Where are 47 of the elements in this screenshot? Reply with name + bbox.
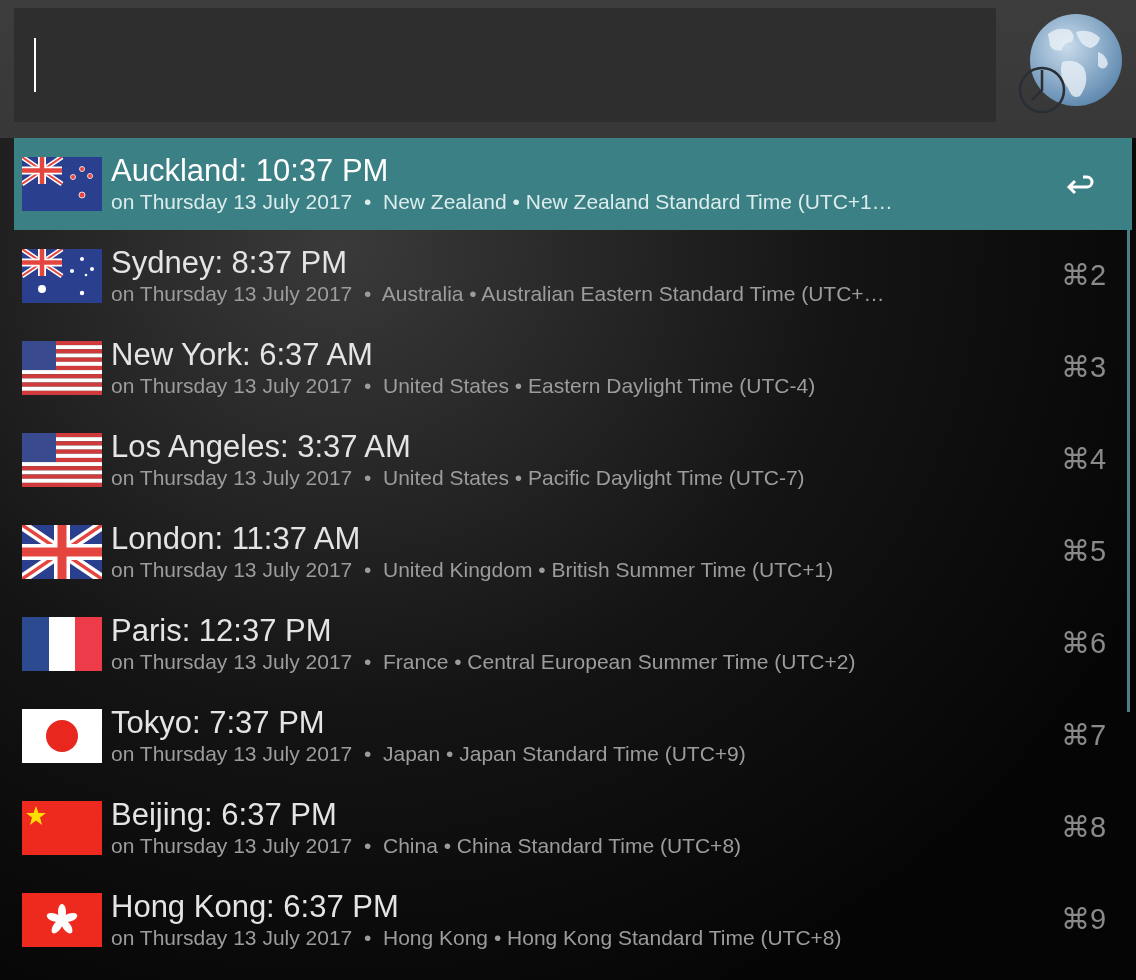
result-subtitle: on Thursday 13 July 2017 • France • Central European Summer Time (UTC+2) — [111, 649, 857, 675]
search-field[interactable] — [14, 8, 996, 122]
result-row[interactable]: Auckland: 10:37 PM on Thursday 13 July 2017 • New Zealand • New Zealand Standard Time (UTC+1… — [14, 138, 1132, 230]
shortcut-label: ⌘9 — [1061, 902, 1107, 938]
flag-icon — [22, 157, 102, 211]
result-title: New York: 6:37 AM — [111, 337, 374, 373]
result-subtitle: on Thursday 13 July 2017 • United Kingdom • British Summer Time (UTC+1) — [111, 557, 835, 583]
scrollbar[interactable] — [1127, 230, 1130, 712]
flag-icon — [22, 433, 102, 487]
result-subtitle: on Thursday 13 July 2017 • Japan • Japan Standard Time (UTC+9) — [111, 741, 747, 767]
shortcut-label: ⌘2 — [1061, 258, 1107, 294]
result-row[interactable]: Tokyo: 7:37 PM on Thursday 13 July 2017 • Japan • Japan Standard Time (UTC+9) ⌘7 — [14, 690, 1132, 782]
result-row[interactable]: Beijing: 6:37 PM on Thursday 13 July 2017 • China • China Standard Time (UTC+8) ⌘8 — [14, 782, 1132, 874]
result-row[interactable]: New York: 6:37 AM on Thursday 13 July 2017 • United States • Eastern Daylight Time (UTC-4) ⌘3 — [14, 322, 1132, 414]
flag-icon — [22, 709, 102, 763]
flag-icon — [22, 893, 102, 947]
result-row[interactable]: Paris: 12:37 PM on Thursday 13 July 2017 • France • Central European Summer Time (UTC+2) ⌘6 — [14, 598, 1132, 690]
shortcut-label: ⌘6 — [1061, 626, 1107, 662]
shortcut-label: ⌘3 — [1061, 350, 1107, 386]
result-row[interactable]: London: 11:37 AM on Thursday 13 July 2017 • United Kingdom • British Summer Time (UTC+1) ⌘5 — [14, 506, 1132, 598]
flag-icon — [22, 249, 102, 303]
shortcut-label: ⌘4 — [1061, 442, 1107, 478]
result-title: Tokyo: 7:37 PM — [111, 705, 326, 741]
result-row[interactable]: Hong Kong: 6:37 PM on Thursday 13 July 2017 • Hong Kong • Hong Kong Standard Time (UTC+8) ⌘9 — [14, 874, 1132, 966]
result-subtitle: on Thursday 13 July 2017 • New Zealand • New Zealand Standard Time (UTC+1… — [111, 189, 894, 215]
result-subtitle: on Thursday 13 July 2017 • China • China Standard Time (UTC+8) — [111, 833, 743, 859]
flag-icon — [22, 801, 102, 855]
result-subtitle: on Thursday 13 July 2017 • United States • Pacific Daylight Time (UTC-7) — [111, 465, 806, 491]
result-title: London: 11:37 AM — [111, 521, 362, 557]
result-title: Beijing: 6:37 PM — [111, 797, 338, 833]
result-title: Paris: 12:37 PM — [111, 613, 333, 649]
shortcut-label: ⌘7 — [1061, 718, 1107, 754]
shortcut-label: ⌘8 — [1061, 810, 1107, 846]
result-title: Auckland: 10:37 PM — [111, 153, 390, 189]
result-title: Sydney: 8:37 PM — [111, 245, 349, 281]
result-subtitle: on Thursday 13 July 2017 • Australia • Australian Eastern Standard Time (UTC+… — [111, 281, 886, 307]
flag-icon — [22, 525, 102, 579]
shortcut-label: ⌘5 — [1061, 534, 1107, 570]
globe-clock-icon — [1018, 12, 1122, 116]
result-subtitle: on Thursday 13 July 2017 • Hong Kong • Hong Kong Standard Time (UTC+8) — [111, 925, 843, 951]
result-title: Los Angeles: 3:37 AM — [111, 429, 412, 465]
result-title: Hong Kong: 6:37 PM — [111, 889, 400, 925]
result-row[interactable]: Los Angeles: 3:37 AM on Thursday 13 July 2017 • United States • Pacific Daylight Time (UTC-7) ⌘4 — [14, 414, 1132, 506]
result-subtitle: on Thursday 13 July 2017 • United States • Eastern Daylight Time (UTC-4) — [111, 373, 817, 399]
flag-icon — [22, 617, 102, 671]
result-row[interactable]: Sydney: 8:37 PM on Thursday 13 July 2017 • Australia • Australian Eastern Standard Time (UTC+… ⌘2 — [14, 230, 1132, 322]
flag-icon — [22, 341, 102, 395]
